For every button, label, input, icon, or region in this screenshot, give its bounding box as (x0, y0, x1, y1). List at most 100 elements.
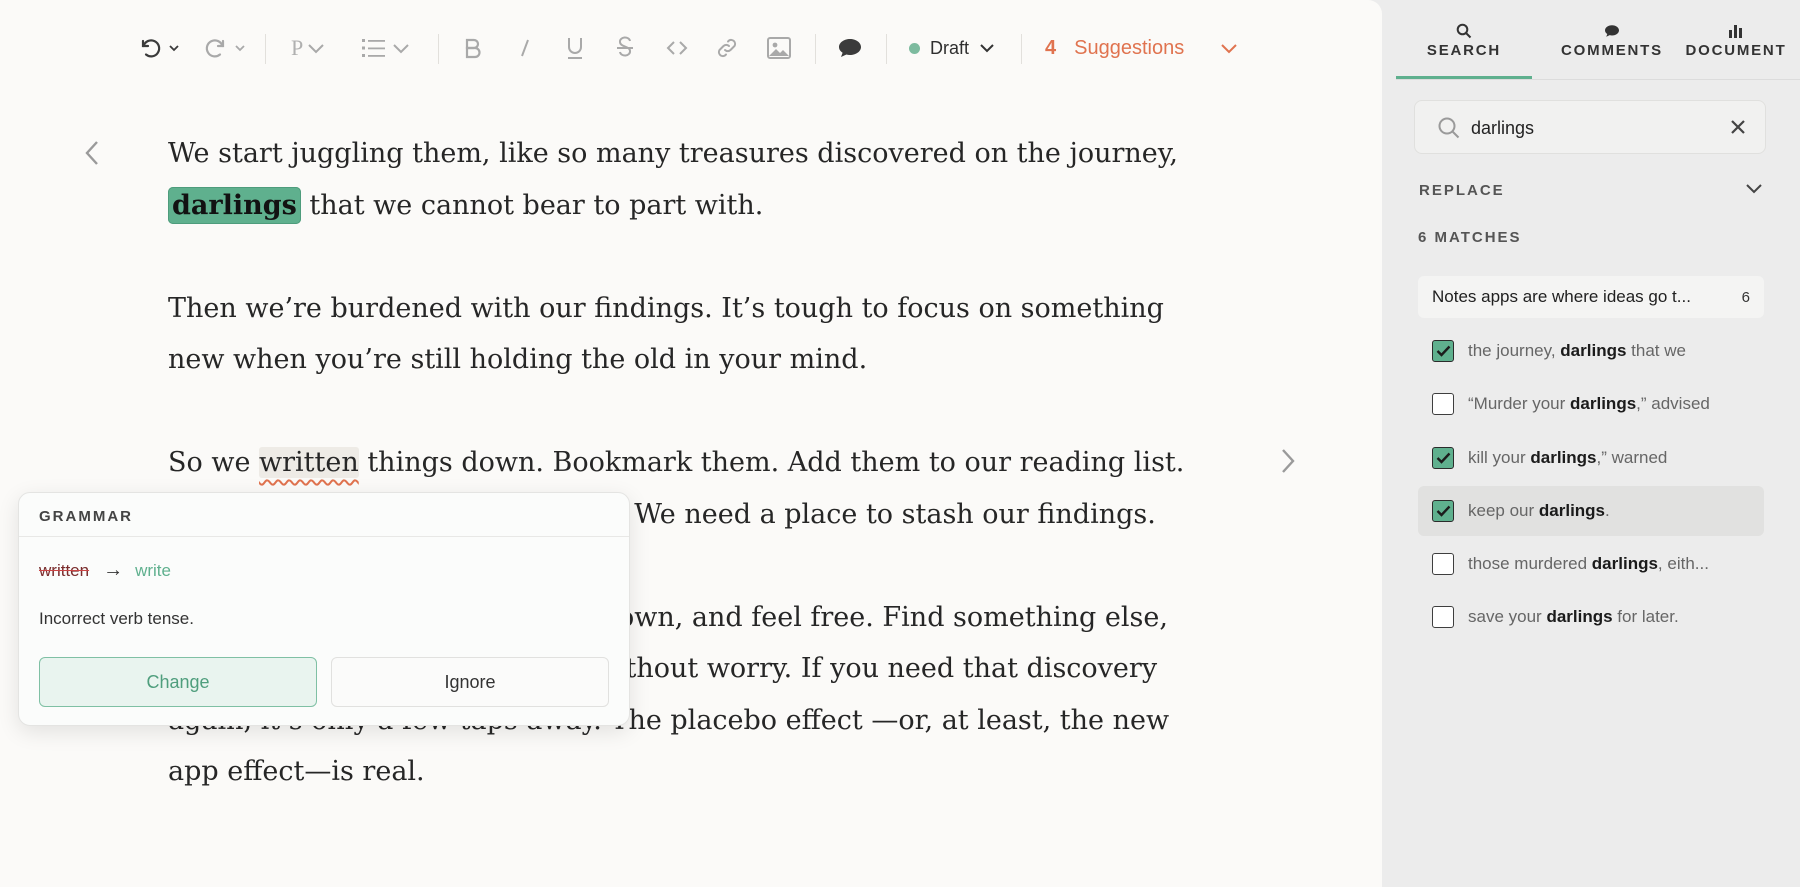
grammar-popup: GRAMMAR written → write Incorrect verb t… (18, 492, 630, 726)
link-button[interactable] (715, 26, 739, 70)
replace-toggle[interactable]: REPLACE (1419, 182, 1763, 202)
comment-button[interactable] (838, 26, 862, 70)
match-item[interactable]: those murdered darlings, eith... (1418, 539, 1764, 589)
redo-button[interactable] (204, 26, 246, 70)
toolbar-divider (886, 34, 887, 64)
tab-document[interactable]: DOCUMENT (1680, 20, 1792, 80)
tab-search[interactable]: SEARCH (1420, 20, 1508, 80)
suggestions-count: 4 (1045, 36, 1057, 59)
match-context: keep our (1468, 500, 1539, 520)
match-item[interactable]: the journey, darlings that we (1418, 326, 1764, 376)
match-item[interactable]: kill your darlings,” warned (1418, 433, 1764, 483)
match-context: save your (1468, 607, 1547, 627)
match-context: . (1605, 500, 1610, 520)
match-term: darlings (1560, 341, 1627, 360)
match-item[interactable]: “Murder your darlings,” advised (1418, 379, 1764, 429)
image-icon (767, 37, 791, 59)
next-page-button[interactable] (1280, 448, 1296, 479)
check-icon (1436, 505, 1450, 517)
chevron-down-icon (1221, 44, 1237, 54)
match-term: darlings (1538, 500, 1606, 520)
paragraph: We start juggling them, like so many tre… (168, 128, 1208, 231)
status-dot (909, 42, 920, 54)
grammar-message: Incorrect verb tense. (39, 609, 194, 628)
document-body[interactable]: We start juggling them, like so many tre… (168, 128, 1208, 849)
match-context: , eith... (1657, 554, 1709, 574)
chevron-left-icon (85, 141, 98, 165)
close-icon[interactable] (1729, 118, 1747, 136)
paragraph-style-dropdown[interactable]: P (291, 26, 325, 70)
paragraph-style-label: P (291, 35, 304, 60)
match-context: ,” warned (1596, 447, 1668, 467)
tabs-divider (1396, 79, 1800, 80)
match-list: the journey, darlings that we “Murder yo… (1418, 326, 1764, 646)
replacement-word: write (135, 560, 171, 580)
toolbar-divider (265, 34, 266, 64)
suggested-fix: written → write (39, 559, 171, 582)
match-checkbox[interactable] (1432, 446, 1454, 469)
redo-icon (205, 39, 225, 58)
tab-label: SEARCH (1426, 42, 1502, 59)
match-text: keep our darlings. (1468, 501, 1750, 521)
match-context: kill your (1468, 447, 1531, 467)
ignore-button[interactable]: Ignore (331, 657, 609, 707)
match-text: “Murder your darlings,” advised (1468, 394, 1750, 414)
italic-button[interactable] (517, 26, 533, 70)
match-item[interactable]: save your darlings for later. (1418, 592, 1764, 642)
list-dropdown[interactable] (362, 26, 410, 70)
toolbar-divider (815, 34, 816, 64)
match-group-header[interactable]: Notes apps are where ideas go t... 6 (1418, 276, 1764, 318)
check-icon (1436, 345, 1450, 357)
previous-page-button[interactable] (84, 140, 100, 171)
editor-toolbar: P Draft 4 Suggestions (0, 26, 1382, 70)
comment-icon (839, 39, 861, 57)
match-text: the journey, darlings that we (1468, 341, 1750, 361)
match-checkbox[interactable] (1432, 499, 1454, 522)
match-checkbox[interactable] (1432, 606, 1454, 629)
check-icon (1436, 452, 1450, 464)
match-text: those murdered darlings, eith... (1468, 554, 1750, 574)
active-tab-indicator (1396, 76, 1532, 79)
match-checkbox[interactable] (1432, 393, 1454, 416)
strikethrough-button[interactable] (615, 26, 635, 70)
paragraph-text: We start juggling them, like so many tre… (168, 138, 1179, 169)
match-term: darlings (1546, 607, 1613, 627)
image-button[interactable] (767, 26, 791, 70)
match-checkbox[interactable] (1432, 553, 1454, 576)
search-input[interactable] (1471, 113, 1711, 143)
paragraph: Then we’re burdened with our findings. I… (168, 292, 1164, 376)
undo-button[interactable] (138, 26, 180, 70)
match-text: save your darlings for later. (1468, 607, 1750, 627)
tab-label: COMMENTS (1561, 42, 1663, 59)
match-context: the journey, (1468, 341, 1561, 360)
bold-button[interactable] (463, 26, 483, 70)
code-button[interactable] (666, 26, 688, 70)
chevron-down-icon (1746, 184, 1762, 194)
grammar-error-word[interactable]: written (259, 447, 359, 478)
bold-icon (465, 38, 481, 59)
match-context: for later. (1612, 607, 1679, 627)
match-context: those murdered (1468, 554, 1592, 574)
suggestions-dropdown[interactable]: 4 Suggestions (1045, 26, 1238, 70)
change-button[interactable]: Change (39, 657, 317, 707)
tab-label: DOCUMENT (1685, 42, 1787, 59)
editor-panel: P Draft 4 Suggestions We start juggling … (0, 0, 1382, 887)
popup-heading: GRAMMAR (19, 493, 629, 537)
paragraph-text: that we cannot bear to part with. (300, 189, 764, 221)
underline-button[interactable] (565, 26, 585, 70)
bullet-list-icon (362, 39, 385, 57)
underline-icon (568, 38, 582, 59)
paragraph-text: So we (168, 447, 260, 478)
search-icon (1456, 23, 1472, 39)
code-icon (666, 41, 688, 55)
search-highlight[interactable]: darlings (168, 186, 301, 224)
undo-icon (141, 39, 161, 58)
matches-count: 6 MATCHES (1418, 229, 1522, 246)
italic-icon (521, 39, 529, 57)
match-term: darlings (1530, 447, 1597, 467)
tab-comments[interactable]: COMMENTS (1542, 20, 1682, 80)
status-dropdown[interactable]: Draft (909, 26, 995, 70)
match-item-selected[interactable]: keep our darlings. (1418, 485, 1764, 536)
suggestions-label: Suggestions (1074, 36, 1185, 59)
match-checkbox[interactable] (1432, 340, 1454, 362)
